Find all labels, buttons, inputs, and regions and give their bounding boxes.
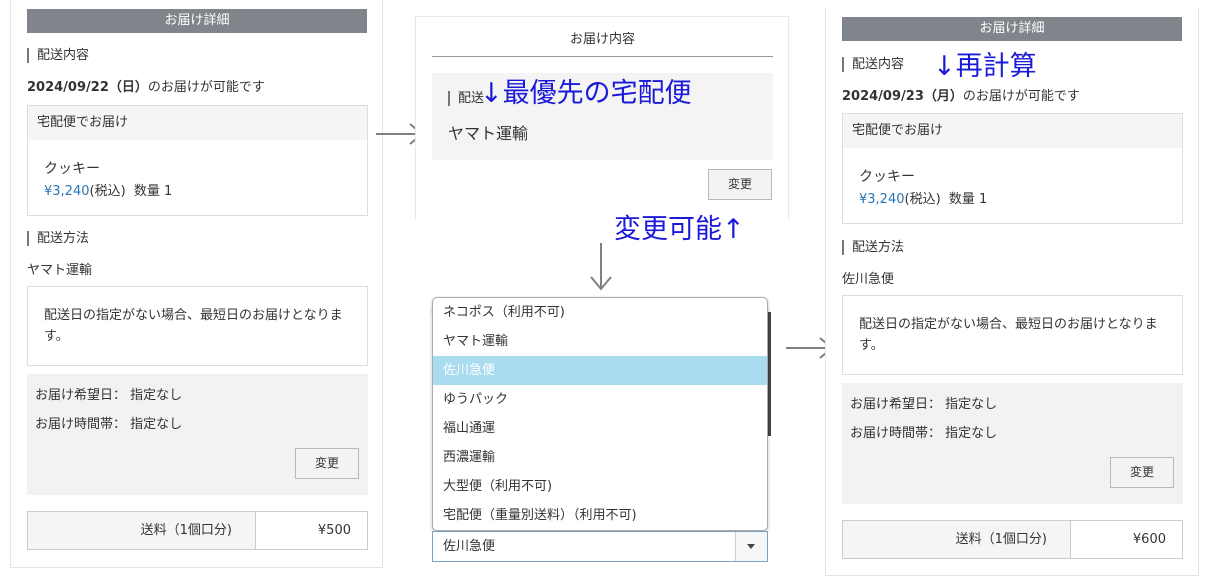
select-toggle[interactable] xyxy=(735,532,767,561)
delivery-date: 2024/09/23（月） xyxy=(842,89,963,104)
carrier-name: ヤマト運輸 xyxy=(27,263,93,278)
carrier-option[interactable]: 西濃運輸 xyxy=(433,443,767,472)
preferred-time: お届け時間帯： 指定なし xyxy=(850,426,998,441)
recalc-annotation: ↓再計算 xyxy=(933,51,1037,82)
product-price: ¥3,240 xyxy=(859,192,905,207)
product-price: ¥3,240 xyxy=(44,184,90,199)
delivery-section-label: 配送内容 xyxy=(842,57,904,72)
preferred-date: お届け希望日： 指定なし xyxy=(35,388,183,403)
quantity: 数量 1 xyxy=(133,184,173,199)
product-name: クッキー xyxy=(859,169,915,185)
delivery-date: 2024/09/22（日） xyxy=(27,80,148,95)
quantity: 数量 1 xyxy=(948,192,988,207)
carrier-option[interactable]: ネコポス（利用不可) xyxy=(433,298,767,327)
changeable-annotation: 変更可能↑ xyxy=(614,214,745,245)
delivery-date-suffix: のお届けが可能です xyxy=(962,89,1080,104)
panel-header: お届け詳細 xyxy=(27,9,367,33)
delivery-note: 配送日の指定がない場合、最短日のお届けとなります。 xyxy=(842,295,1183,375)
section-label: 配送 xyxy=(448,91,484,106)
preference-box: お届け希望日： 指定なし お届け時間帯： 指定なし 変更 xyxy=(842,383,1183,504)
down-arrow-icon xyxy=(590,243,612,291)
preferred-time: お届け時間帯： 指定なし xyxy=(35,417,183,432)
carrier-option[interactable]: ヤマト運輸 xyxy=(433,327,767,356)
carrier-name: ヤマト運輸 xyxy=(448,124,529,143)
change-button[interactable]: 変更 xyxy=(1110,457,1174,488)
carrier-option[interactable]: ゆうパック xyxy=(433,385,767,414)
carrier-name: 佐川急便 xyxy=(842,272,895,287)
item-box-title: 宅配便でお届け xyxy=(843,114,1182,148)
chevron-down-icon xyxy=(747,544,755,549)
carrier-option[interactable]: 宅配便（重量別送料）（利用不可) xyxy=(433,501,767,530)
shipping-fee-row: 送料（1個口分) ¥600 xyxy=(842,520,1183,559)
delivery-content-card: お届け内容 配送 ヤマト運輸 変更 xyxy=(415,16,789,220)
left-order-detail-panel: お届け詳細 配送内容 2024/09/22（日）のお届けが可能です 宅配便でお届… xyxy=(10,0,383,568)
change-button[interactable]: 変更 xyxy=(295,448,359,479)
delivery-section-label: 配送内容 xyxy=(27,48,89,63)
priority-annotation: ↓最優先の宅配便 xyxy=(480,78,692,109)
preferred-date: お届け希望日： 指定なし xyxy=(850,397,998,412)
shipping-fee-value: ¥600 xyxy=(1132,532,1166,547)
change-button[interactable]: 変更 xyxy=(708,169,772,200)
carrier-select-value: 佐川急便 xyxy=(443,539,496,554)
card-title: お届け内容 xyxy=(432,17,773,57)
panel-header: お届け詳細 xyxy=(842,17,1182,41)
shipping-fee-label: 送料（1個口分) xyxy=(843,521,1071,558)
tax-label: (税込) xyxy=(904,192,941,207)
delivery-date-suffix: のお届けが可能です xyxy=(147,80,265,95)
shipping-fee-row: 送料（1個口分) ¥500 xyxy=(27,511,368,550)
carrier-dropdown-list[interactable]: ネコポス（利用不可) ヤマト運輸 佐川急便 ゆうパック 福山通運 西濃運輸 大型… xyxy=(432,297,768,531)
delivery-note: 配送日の指定がない場合、最短日のお届けとなります。 xyxy=(27,286,368,366)
right-order-detail-panel: お届け詳細 配送内容 2024/09/23（月）のお届けが可能です 宅配便でお届… xyxy=(825,8,1199,576)
product-name: クッキー xyxy=(44,161,100,177)
item-box-title: 宅配便でお届け xyxy=(28,106,367,140)
carrier-option[interactable]: 大型便（利用不可) xyxy=(433,472,767,501)
carrier-option[interactable]: 福山通運 xyxy=(433,414,767,443)
shipping-fee-label: 送料（1個口分) xyxy=(28,512,256,549)
price-line: ¥3,240(税込) 数量 1 xyxy=(44,180,172,199)
method-section-label: 配送方法 xyxy=(842,240,904,255)
delivery-date-line: 2024/09/22（日）のお届けが可能です xyxy=(27,76,265,95)
carrier-select[interactable]: 佐川急便 xyxy=(432,531,768,562)
delivery-date-line: 2024/09/23（月）のお届けが可能です xyxy=(842,85,1080,104)
preference-box: お届け希望日： 指定なし お届け時間帯： 指定なし 変更 xyxy=(27,374,368,495)
carrier-option-selected[interactable]: 佐川急便 xyxy=(433,356,767,385)
item-box: 宅配便でお届け クッキー ¥3,240(税込) 数量 1 xyxy=(27,105,368,216)
tax-label: (税込) xyxy=(89,184,126,199)
shipping-fee-value: ¥500 xyxy=(317,523,351,538)
price-line: ¥3,240(税込) 数量 1 xyxy=(859,188,987,207)
item-box: 宅配便でお届け クッキー ¥3,240(税込) 数量 1 xyxy=(842,113,1183,224)
method-section-label: 配送方法 xyxy=(27,231,89,246)
